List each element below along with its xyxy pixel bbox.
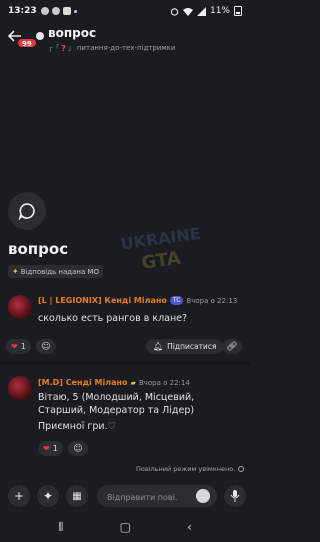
thread-tag[interactable]: ✦ Відповідь надана МО [8, 265, 104, 278]
thread-icon [36, 32, 44, 40]
copy-link-button[interactable]: 🔗︎ [222, 339, 242, 354]
heart-lips-icon: ❤ [11, 342, 18, 351]
message-author-line: [L | LEGIONIX] Кенді Мілано TC Вчора о 2… [38, 296, 237, 305]
watermark-logo: UKRAINE GTA [119, 224, 201, 274]
add-reaction-button[interactable]: ☺ [68, 441, 88, 456]
timer-icon [238, 466, 245, 472]
timestamp: Вчора о 22:13 [186, 296, 238, 305]
channel-breadcrumb[interactable]: ┌「 ? 」 питання-до-тех-підтримки [48, 43, 175, 53]
message-input[interactable] [97, 486, 177, 509]
viber-notification-icon [51, 7, 60, 15]
sparkle-icon: ✦ [42, 489, 54, 503]
message-text-second-line: Приємної гри.♡ [38, 420, 238, 433]
emoji-icon[interactable] [196, 489, 210, 503]
battery-icon [234, 6, 242, 16]
slowmode-notice: Повільний режим увімкнено. [136, 465, 245, 473]
unread-badge: 99 [17, 38, 37, 48]
thread-name: вопрос [8, 240, 69, 258]
apps-button[interactable]: ✦ [37, 485, 59, 507]
bracket-close-icon: 」 [67, 44, 75, 52]
avatar[interactable] [8, 376, 32, 400]
author-name[interactable]: [L | LEGIONIX] Кенді Мілано [38, 296, 167, 305]
status-time: 13:23 [8, 6, 37, 16]
thread-tag-label: Відповідь надана МО [20, 267, 100, 276]
thread-header: 99 вопрос ┌「 ? 」 питання-до-тех-підтримк… [0, 24, 250, 58]
heart-outline-icon: ♡ [107, 421, 117, 432]
app-notification-icon [62, 7, 71, 15]
reaction-count: 1 [52, 444, 58, 453]
system-nav-bar: ⦀ ▢ ‹ [0, 512, 250, 542]
battery-percent: 11% [209, 6, 230, 16]
status-notification-icons [40, 7, 77, 15]
message-author-line: [M.D] Сенді Мілано ▰ Вчора о 22:14 [38, 378, 190, 387]
avatar[interactable] [8, 295, 32, 319]
svg-text:UKRAINE: UKRAINE [119, 224, 201, 254]
follow-label: Підписатися [167, 342, 217, 351]
slowmode-text: Повільний режим увімкнено. [136, 465, 236, 473]
question-mark-icon: ? [61, 43, 66, 53]
reaction-count: 1 [20, 342, 26, 351]
signal-icon [196, 6, 206, 16]
heart-reaction[interactable]: ❤ 1 [38, 441, 63, 456]
message-notification-icon [40, 7, 49, 15]
add-reaction-button[interactable]: ☺ [36, 339, 56, 354]
channel-name: питання-до-тех-підтримки [76, 44, 176, 52]
add-attachment-button[interactable]: + [8, 485, 30, 507]
follow-button[interactable]: 🔔︎ Підписатися [146, 339, 224, 354]
heart-reaction[interactable]: ❤ 1 [6, 339, 31, 354]
heart-icon: ❤ [43, 444, 50, 453]
thread-start-icon [8, 192, 46, 230]
gift-icon: ▦ [72, 490, 82, 502]
plus-icon: + [13, 489, 25, 503]
moderator-badge-icon: ▰ [130, 378, 136, 387]
recent-apps-icon[interactable]: ⦀ [58, 520, 63, 535]
microphone-icon [230, 490, 240, 502]
message-input-wrap [97, 485, 217, 509]
bracket-icon: ┌「 [48, 44, 60, 52]
more-notifications-icon [73, 9, 77, 13]
back-nav-icon[interactable]: ‹ [187, 520, 192, 534]
message-text: Вітаю, 5 (Молодший, Місцевий, Старший, М… [38, 392, 195, 416]
bell-icon: 🔔︎ [153, 342, 164, 351]
timestamp: Вчора о 22:14 [138, 378, 190, 387]
page-title[interactable]: вопрос [48, 26, 96, 40]
voice-message-button[interactable] [224, 485, 246, 507]
author-name[interactable]: [M.D] Сенді Мілано [38, 378, 128, 387]
smile-plus-icon: ☺ [73, 443, 83, 454]
status-right: 11% [170, 6, 242, 16]
role-badge: TC [169, 296, 184, 305]
smile-plus-icon: ☺ [41, 341, 51, 352]
alarm-icon [170, 7, 179, 16]
status-bar: 13:23 11% [0, 0, 250, 22]
pin-icon: ✦ [12, 267, 19, 276]
gift-button[interactable]: ▦ [66, 485, 88, 507]
message-composer: + ✦ ▦ [0, 480, 250, 512]
link-icon: 🔗︎ [226, 341, 238, 352]
wifi-icon [182, 7, 193, 16]
home-icon[interactable]: ▢ [120, 520, 131, 534]
message-text-2: Приємної гри. [38, 421, 108, 432]
svg-text:GTA: GTA [140, 248, 182, 274]
divider [0, 361, 250, 365]
message-text: сколько есть рангов в клане? [38, 313, 188, 324]
